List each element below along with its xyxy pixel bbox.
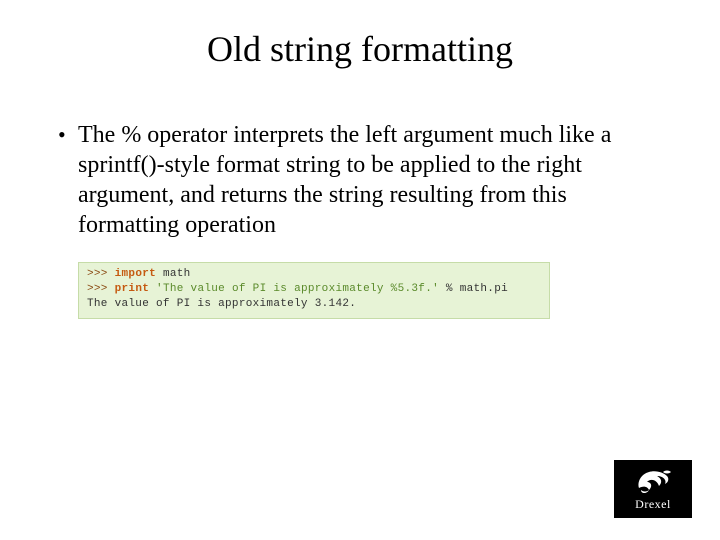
slide-title: Old string formatting	[0, 28, 720, 70]
repl-prompt: >>>	[87, 268, 108, 280]
bullet-dot-icon	[58, 120, 78, 240]
expression-tail: % math.pi	[439, 283, 508, 295]
logo-text: Drexel	[635, 497, 671, 512]
drexel-logo: Drexel	[614, 460, 692, 518]
keyword-print: print	[115, 283, 150, 295]
keyword-import: import	[115, 268, 156, 280]
module-name: math	[163, 268, 191, 280]
dragon-icon	[633, 466, 673, 496]
string-literal: 'The value of PI is approximately %5.3f.…	[156, 283, 439, 295]
bullet-item: The % operator interprets the left argum…	[58, 120, 668, 240]
code-example: >>> import math >>> print 'The value of …	[78, 262, 550, 319]
bullet-text: The % operator interprets the left argum…	[78, 120, 668, 240]
output-line: The value of PI is approximately 3.142.	[87, 298, 356, 310]
body-text: The % operator interprets the left argum…	[58, 120, 668, 240]
repl-prompt: >>>	[87, 283, 108, 295]
slide: Old string formatting The % operator int…	[0, 0, 720, 540]
